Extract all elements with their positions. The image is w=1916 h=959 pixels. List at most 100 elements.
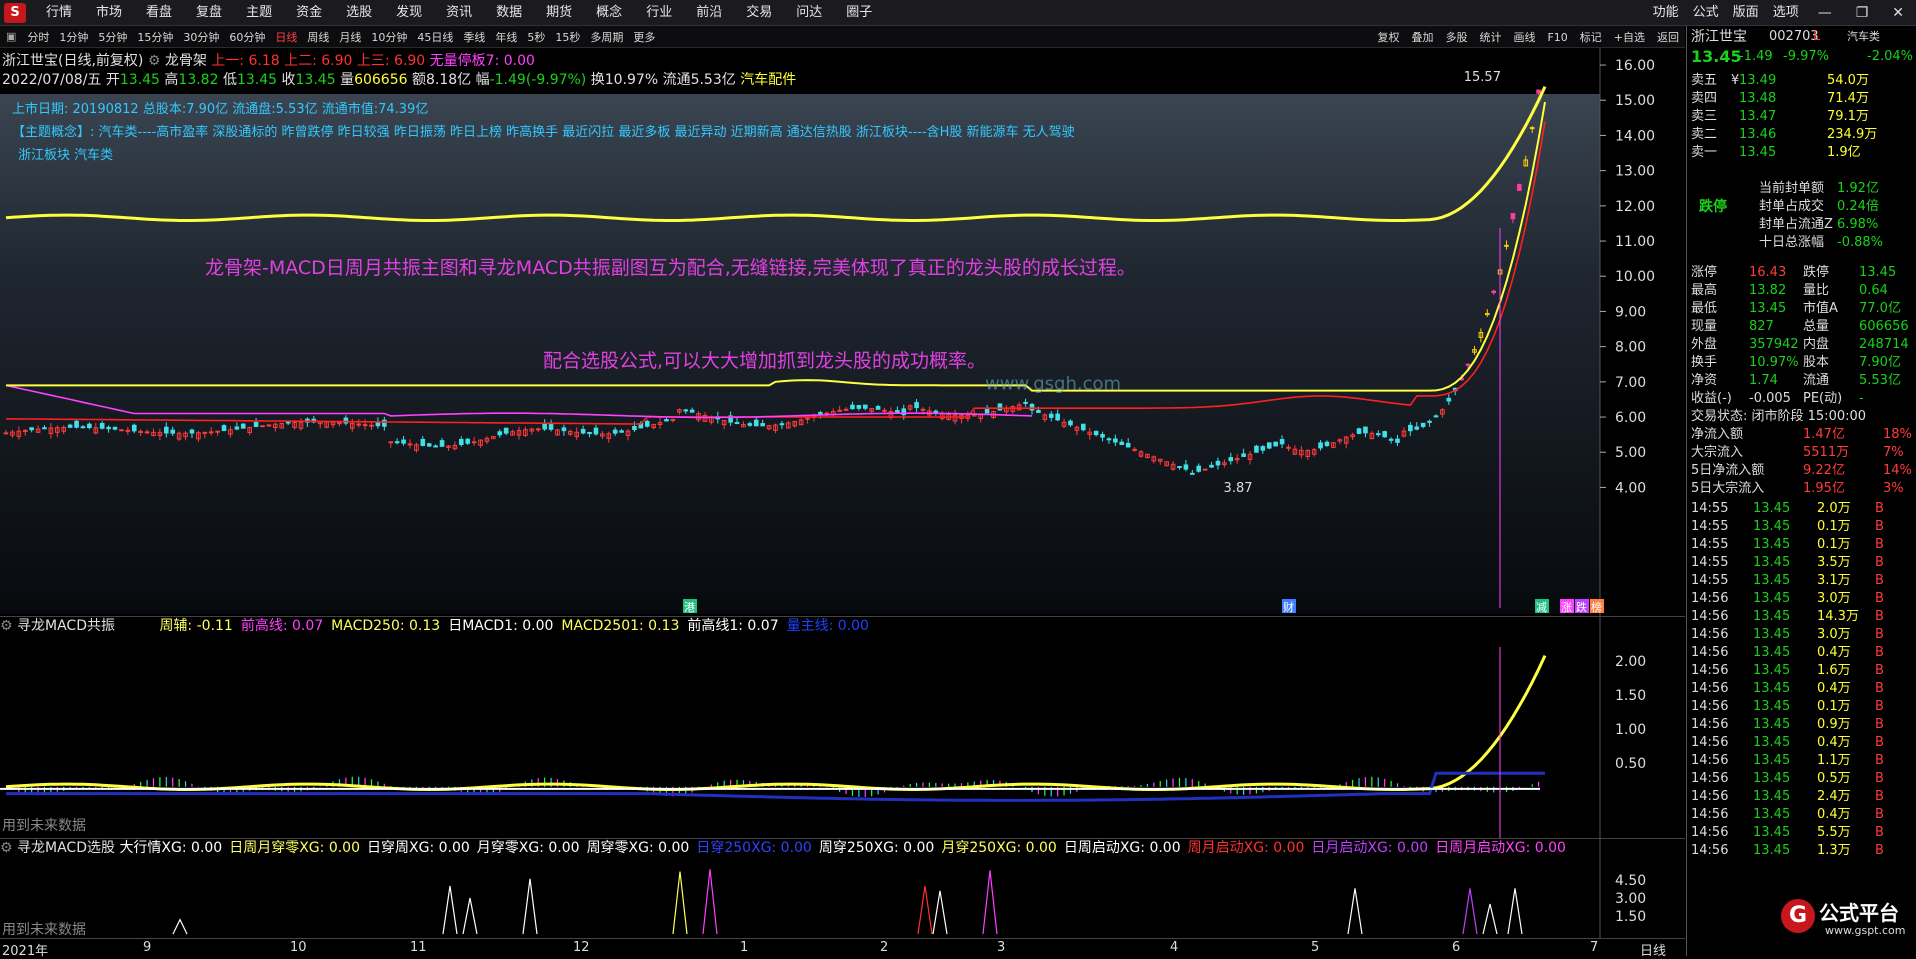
menu-item-6[interactable]: 选股	[334, 0, 384, 26]
period-tab-6[interactable]: 日线	[270, 29, 302, 45]
stat-value: 7.90亿	[1859, 355, 1901, 370]
minimize-icon[interactable]: —	[1806, 5, 1844, 21]
menu-item-1[interactable]: 市场	[84, 0, 134, 26]
period-tab-13[interactable]: 5秒	[522, 29, 550, 45]
menu-layout[interactable]: 版面	[1726, 0, 1766, 26]
period-tab-5[interactable]: 60分钟	[224, 29, 270, 45]
sub1-axis-label: 1.50	[1615, 688, 1646, 704]
event-tag[interactable]: 榜	[1590, 599, 1604, 614]
candle-body	[1048, 413, 1054, 418]
main-chart-pane[interactable]: 浙江世宝(日线,前复权) ⚙ 龙骨架 上一: 6.18 上二: 6.90 上三:…	[0, 48, 1685, 616]
toolbar-action-2[interactable]: 多股	[1439, 29, 1473, 45]
menu-item-15[interactable]: 问达	[784, 0, 834, 26]
sub2-axis-label: 4.50	[1615, 873, 1646, 889]
menu-item-5[interactable]: 资金	[284, 0, 334, 26]
toolbar-action-3[interactable]: 统计	[1473, 29, 1507, 45]
panel-toggle-icon[interactable]: ▣	[0, 30, 22, 43]
xg-signal	[982, 870, 998, 935]
tick-row-19: 14:56 13.45 1.3万 B	[1687, 842, 1916, 860]
period-tab-10[interactable]: 45日线	[412, 29, 458, 45]
flow-row-0: 净流入额 1.47亿 18%	[1687, 426, 1916, 444]
tick-row-1: 14:55 13.45 0.1万 B	[1687, 518, 1916, 536]
menu-item-13[interactable]: 前沿	[684, 0, 734, 26]
tick-side: B	[1875, 681, 1884, 696]
period-tab-9[interactable]: 10分钟	[366, 29, 412, 45]
toolbar-action-1[interactable]: 叠加	[1405, 29, 1439, 45]
tick-volume: 0.1万	[1817, 519, 1851, 534]
tick-volume: 1.1万	[1817, 753, 1851, 768]
candle-body	[3, 432, 9, 435]
period-tab-16[interactable]: 更多	[628, 29, 660, 45]
menu-item-16[interactable]: 圈子	[834, 0, 884, 26]
period-tab-3[interactable]: 15分钟	[132, 29, 178, 45]
menu-item-14[interactable]: 交易	[734, 0, 784, 26]
toolbar-action-7[interactable]: +自选	[1608, 29, 1651, 45]
toolbar-action-0[interactable]: 复权	[1371, 29, 1405, 45]
ask-row-2: 卖三 13.47 79.1万	[1687, 108, 1916, 126]
menu-item-12[interactable]: 行业	[634, 0, 684, 26]
candle-body	[1081, 423, 1086, 431]
candlestick-chart[interactable]: 16.00 15.00 14.00 13.00 12.00 11.00 10.00 9.00 8…	[0, 48, 1685, 616]
event-tag[interactable]: 跌	[1575, 599, 1589, 614]
toolbar-right: 复权 叠加 多股 统计 画线 F10 标记 +自选 返回	[1371, 26, 1685, 48]
period-tab-4[interactable]: 30分钟	[178, 29, 224, 45]
menu-function[interactable]: 功能	[1646, 0, 1686, 26]
stat-label: 收益(-)	[1691, 391, 1732, 406]
menu-item-10[interactable]: 期货	[534, 0, 584, 26]
sub-chart-xg[interactable]: ⚙ 寻龙MACD选股 大行情XG: 0.00 日周月穿零XG: 0.00 日穿周XG…	[0, 838, 1685, 939]
seal-value: 6.98%	[1837, 217, 1879, 232]
date-axis-label: 12	[573, 940, 590, 955]
toolbar-action-5[interactable]: F10	[1541, 31, 1573, 44]
toolbar-action-6[interactable]: 标记	[1574, 29, 1608, 45]
toolbar-action-4[interactable]: 画线	[1507, 29, 1541, 45]
period-tab-7[interactable]: 周线	[302, 29, 334, 45]
candle-body	[439, 440, 445, 447]
xg-chart[interactable]: 4.50 3.00 1.50	[0, 839, 1685, 939]
event-tag[interactable]: 减	[1535, 599, 1549, 614]
candle-body	[1068, 420, 1073, 426]
candle-body	[1209, 464, 1214, 468]
menu-item-2[interactable]: 看盘	[134, 0, 184, 26]
sub2-footnote: 用到未来数据	[2, 922, 86, 938]
menu-item-11[interactable]: 概念	[584, 0, 634, 26]
period-tab-15[interactable]: 多周期	[585, 29, 628, 45]
toolbar-action-8[interactable]: 返回	[1651, 29, 1685, 45]
xg-signal	[1482, 903, 1498, 935]
xg-signal	[672, 871, 688, 935]
maximize-icon[interactable]: ❐	[1844, 5, 1881, 21]
close-icon[interactable]: ✕	[1880, 5, 1916, 21]
period-tab-1[interactable]: 1分钟	[54, 29, 93, 45]
menu-item-8[interactable]: 资讯	[434, 0, 484, 26]
period-tab-2[interactable]: 5分钟	[93, 29, 132, 45]
tick-price: 13.45	[1753, 717, 1791, 732]
price-label: 16.00	[1615, 58, 1655, 74]
app-logo-icon[interactable]: S	[4, 2, 26, 23]
xg-signal	[702, 869, 718, 935]
seal-label: 十日总涨幅	[1759, 235, 1825, 250]
period-tab-0[interactable]: 分时	[22, 29, 54, 45]
tick-time: 14:56	[1691, 699, 1729, 714]
menu-item-3[interactable]: 复盘	[184, 0, 234, 26]
tick-row-0: 14:55 13.45 2.0万 B	[1687, 500, 1916, 518]
period-tab-8[interactable]: 月线	[334, 29, 366, 45]
ask-volume: 71.4万	[1827, 91, 1869, 106]
candle-body	[914, 402, 919, 409]
menu-item-9[interactable]: 数据	[484, 0, 534, 26]
candle-body	[1427, 420, 1432, 423]
event-tag[interactable]: 涨	[1560, 599, 1574, 614]
menu-item-0[interactable]: 行情	[34, 0, 84, 26]
sub-chart-macd[interactable]: ⚙ 寻龙MACD共振 周辅: -0.11 前高线: 0.07 MACD250: 0.…	[0, 616, 1685, 839]
event-tag[interactable]: 财	[1282, 599, 1296, 614]
menu-formula[interactable]: 公式	[1686, 0, 1726, 26]
period-tab-12[interactable]: 年线	[490, 29, 522, 45]
menu-item-7[interactable]: 发现	[384, 0, 434, 26]
menu-options[interactable]: 选项	[1766, 0, 1806, 26]
macd-chart[interactable]: 2.00 1.50 1.00 0.50	[0, 617, 1685, 839]
event-tag[interactable]: 港	[683, 599, 697, 614]
tick-side: B	[1875, 501, 1884, 516]
period-tab-14[interactable]: 15秒	[550, 29, 585, 45]
xg-signal	[442, 885, 458, 935]
menu-item-4[interactable]: 主题	[234, 0, 284, 26]
period-tab-11[interactable]: 季线	[458, 29, 490, 45]
price-label: 5.00	[1615, 445, 1646, 461]
